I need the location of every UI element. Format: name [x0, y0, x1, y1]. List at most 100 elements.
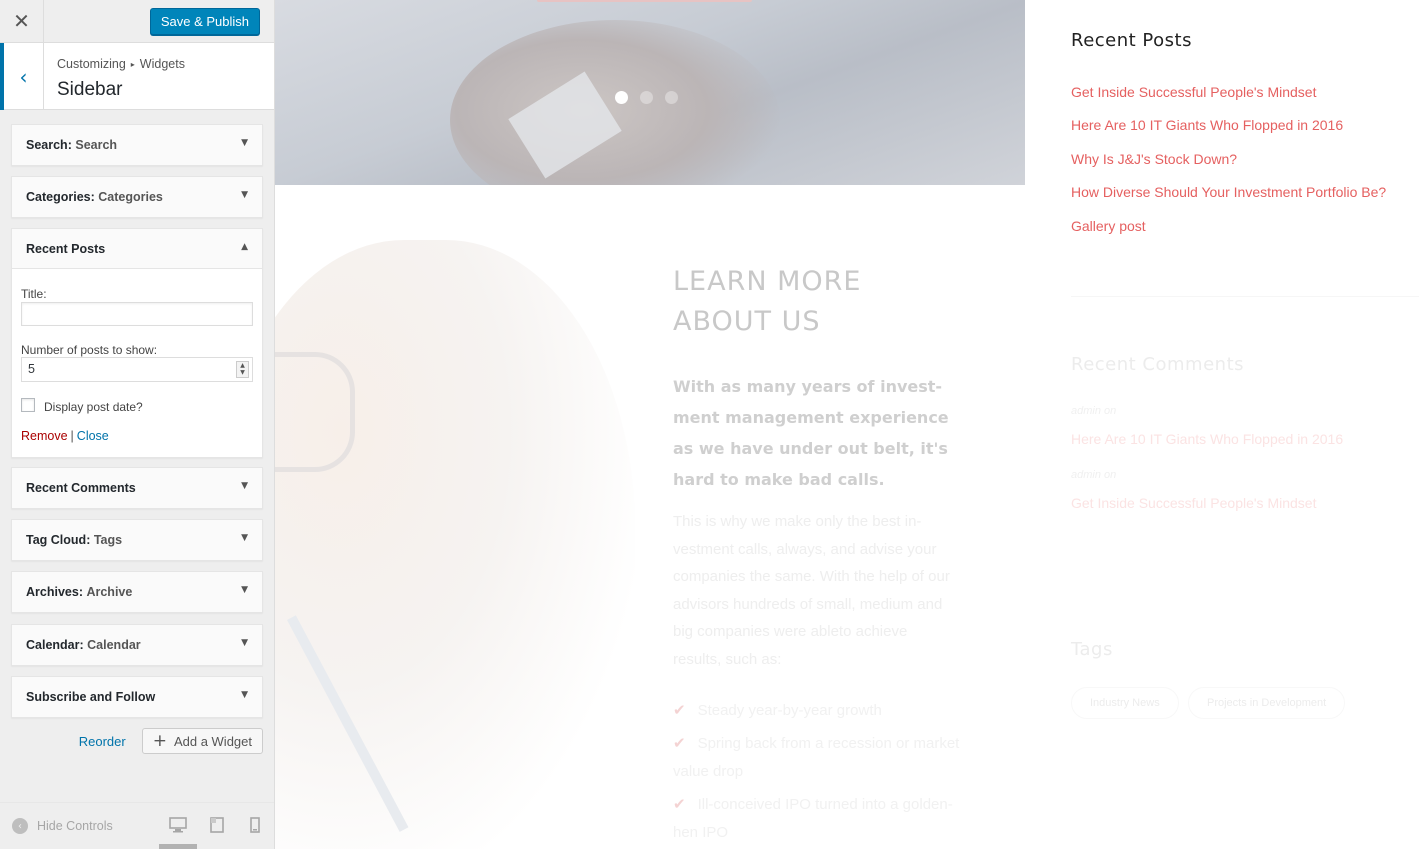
- widget-subtitle: Tags: [93, 533, 123, 547]
- results-list: ✔ Steady year-by-year growth ✔ Spring back…: [673, 696, 963, 849]
- close-link[interactable]: Close: [77, 429, 109, 443]
- widget-header[interactable]: Search: Search ▼: [12, 125, 262, 165]
- widget-header[interactable]: Categories: Categories ▼: [12, 177, 262, 217]
- widget-header[interactable]: Calendar: Calendar ▼: [12, 625, 262, 665]
- widget-search[interactable]: Search: Search ▼: [11, 124, 263, 166]
- expand-arrow-icon[interactable]: ▼: [241, 190, 248, 200]
- close-icon: ✕: [13, 9, 30, 33]
- widget-separator: :: [86, 533, 91, 547]
- widget-header[interactable]: Subscribe and Follow ▼: [12, 677, 262, 717]
- widget-name: Archives: [26, 585, 79, 599]
- widget-header[interactable]: Recent Posts ▲: [12, 229, 262, 269]
- recent-post-link[interactable]: How Diverse Should Your Investment Portf…: [1071, 176, 1386, 209]
- hero-decoration: [537, 0, 752, 2]
- expand-arrow-icon[interactable]: ▼: [241, 481, 248, 491]
- remove-link[interactable]: Remove: [21, 429, 68, 443]
- back-button[interactable]: ‹: [0, 43, 44, 110]
- widget-archives[interactable]: Archives: Archive ▼: [11, 571, 263, 613]
- slider-dot-2[interactable]: [640, 91, 653, 104]
- slider-dot-3[interactable]: [665, 91, 678, 104]
- active-device-indicator: [159, 844, 197, 849]
- expand-arrow-icon[interactable]: ▼: [241, 690, 248, 700]
- title-input[interactable]: [21, 302, 253, 326]
- add-widget-button[interactable]: + Add a Widget: [141, 728, 263, 754]
- site-preview: LEARN MORE ABOUT US With as many years o…: [275, 0, 1419, 849]
- learn-more-heading: LEARN MORE ABOUT US: [673, 262, 861, 342]
- widget-separator: :: [78, 585, 83, 599]
- recent-post-link[interactable]: Get Inside Successful People's Mindset: [1071, 76, 1386, 109]
- chevron-left-icon: ‹: [19, 64, 28, 89]
- save-publish-button[interactable]: Save & Publish: [149, 8, 260, 35]
- widget-form: Title: Number of posts to show: 5 ▲ ▼ Dis…: [12, 269, 262, 457]
- widget-subtitle: Search: [75, 138, 118, 152]
- widget-categories[interactable]: Categories: Categories ▼: [11, 176, 263, 218]
- check-icon: ✔: [673, 701, 686, 719]
- widget-footer-actions: Reorder + Add a Widget: [79, 728, 263, 754]
- recent-post-link[interactable]: Gallery post: [1071, 210, 1386, 243]
- title-label: Title:: [21, 287, 47, 301]
- widget-separator: :: [67, 138, 72, 152]
- breadcrumb: Customizing ▸ Widgets: [57, 57, 185, 71]
- widget-recent-posts[interactable]: Recent Posts ▲ Title: Number of posts to…: [11, 228, 263, 458]
- list-item-text: Steady year-by-year growth: [697, 702, 882, 719]
- desktop-preview-icon[interactable]: [169, 817, 187, 833]
- background-portrait: [275, 240, 635, 849]
- close-customizer-button[interactable]: ✕: [0, 0, 44, 42]
- widget-title: Calendar: Calendar: [26, 638, 141, 652]
- learn-body-text: This is why we make only the best in-ves…: [673, 513, 950, 668]
- number-of-posts-input[interactable]: 5 ▲ ▼: [21, 357, 253, 382]
- list-item: ✔ Steady year-by-year growth: [673, 696, 963, 725]
- comment-meta: admin on: [1071, 405, 1117, 417]
- check-icon: ✔: [673, 734, 686, 752]
- section-header: ‹ Customizing ▸ Widgets Sidebar: [0, 43, 274, 110]
- learn-lead-text: With as many years of invest-ment manage…: [673, 377, 949, 489]
- collapse-circle-icon: ‹: [12, 818, 28, 834]
- display-date-checkbox[interactable]: [21, 398, 35, 412]
- hide-controls-label: Hide Controls: [37, 819, 113, 833]
- comment-post-link[interactable]: Here Are 10 IT Giants Who Flopped in 201…: [1071, 431, 1343, 447]
- mobile-preview-icon[interactable]: [246, 817, 264, 833]
- portrait-glasses: [275, 352, 355, 472]
- widget-separator: :: [90, 190, 95, 204]
- widget-subscribe-follow[interactable]: Subscribe and Follow ▼: [11, 676, 263, 718]
- hide-controls-button[interactable]: ‹ Hide Controls: [12, 818, 113, 834]
- list-item-text: Spring back from a recession or market v…: [673, 735, 960, 780]
- collapse-arrow-icon[interactable]: ▲: [241, 242, 248, 252]
- learn-heading-line2: ABOUT US: [673, 306, 821, 337]
- widget-title: Recent Comments: [26, 481, 136, 495]
- breadcrumb-arrow-icon: ▸: [130, 60, 135, 69]
- actions-separator: |: [70, 429, 74, 443]
- expand-arrow-icon[interactable]: ▼: [241, 533, 248, 543]
- widget-header[interactable]: Archives: Archive ▼: [12, 572, 262, 612]
- number-spinner[interactable]: ▲ ▼: [236, 361, 249, 378]
- widget-tag-cloud[interactable]: Tag Cloud: Tags ▼: [11, 519, 263, 561]
- expand-arrow-icon[interactable]: ▼: [241, 585, 248, 595]
- customizer-header: ✕ Save & Publish: [0, 0, 274, 43]
- display-date-label: Display post date?: [44, 400, 143, 414]
- plus-icon: +: [152, 731, 167, 751]
- widget-title: Recent Posts: [26, 242, 106, 256]
- widget-name: Calendar: [26, 638, 80, 652]
- widget-header[interactable]: Recent Comments ▼: [12, 468, 262, 508]
- widget-title: Tag Cloud: Tags: [26, 533, 122, 547]
- recent-post-link[interactable]: Here Are 10 IT Giants Who Flopped in 201…: [1071, 109, 1386, 142]
- reorder-link[interactable]: Reorder: [79, 734, 126, 749]
- tag-pill[interactable]: Projects in Development: [1188, 687, 1346, 719]
- list-item: ✔ Spring back from a recession or market …: [673, 729, 963, 786]
- expand-arrow-icon[interactable]: ▼: [241, 138, 248, 148]
- tag-pill[interactable]: Industry News: [1071, 687, 1179, 719]
- tablet-preview-icon[interactable]: [208, 817, 226, 833]
- list-item-text: Ill-conceived IPO turned into a golden-h…: [673, 796, 953, 841]
- recent-post-link[interactable]: Why Is J&J's Stock Down?: [1071, 143, 1386, 176]
- expand-arrow-icon[interactable]: ▼: [241, 638, 248, 648]
- widget-header[interactable]: Tag Cloud: Tags ▼: [12, 520, 262, 560]
- widget-calendar[interactable]: Calendar: Calendar ▼: [11, 624, 263, 666]
- widget-name: Search: [26, 138, 68, 152]
- customizer-footer: ‹ Hide Controls: [0, 802, 274, 849]
- slider-dot-1[interactable]: [615, 91, 628, 104]
- comment-post-link[interactable]: Get Inside Successful People's Mindset: [1071, 495, 1316, 511]
- learn-heading-line1: LEARN MORE: [673, 266, 862, 297]
- widget-subtitle: Calendar: [87, 638, 141, 652]
- section-title: Sidebar: [57, 79, 123, 100]
- widget-recent-comments[interactable]: Recent Comments ▼: [11, 467, 263, 509]
